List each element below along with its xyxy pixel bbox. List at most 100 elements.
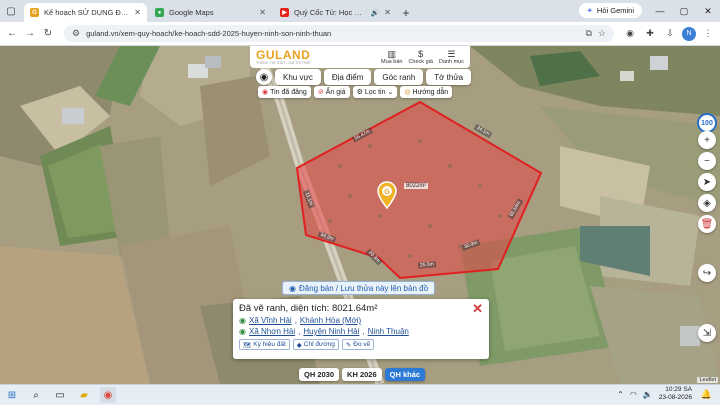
volume-icon[interactable]: 🔉 [643,390,653,399]
svg-text:G: G [384,189,390,196]
guide-icon: ◎ [404,89,411,96]
tab-title: Google Maps [169,8,214,17]
tab-qh-khac[interactable]: QH khác [384,368,426,381]
close-tab-icon[interactable]: ✕ [259,8,266,17]
tab-google-maps[interactable]: ● Google Maps ✕ [149,3,272,22]
tab-goc-ranh[interactable]: Góc ranh [374,69,424,85]
province-link[interactable]: Khánh Hòa (Mới) [300,316,361,325]
district-link[interactable]: Huyện Ninh Hải [303,327,359,336]
commune-link[interactable]: Xã Vĩnh Hải [249,316,292,325]
price-hidden-icon: ⊘ [317,89,324,96]
map-view[interactable]: 55.47m 34.1m 65.54m 11.1m 34.2m 20.4m 25… [0,46,720,384]
profile-avatar[interactable]: N [682,26,696,41]
close-tab-icon[interactable]: ✕ [134,8,141,17]
collapse-button[interactable]: ⇲ [698,324,716,342]
guland-logo[interactable]: GULAND THÔNG TIN THẬT - GIÁ TRỊ THẬT [256,49,311,65]
extension-icon[interactable]: ◉ [622,26,638,42]
screen-share-icon[interactable]: ⧉ [585,28,591,39]
task-view-icon[interactable]: ▭ [52,387,68,403]
tab-kh-2026[interactable]: KH 2026 [342,368,382,381]
locate-me-button[interactable]: ➤ [698,173,716,191]
puzzle-icon[interactable]: ✚ [642,26,658,42]
tab-bar: ▢ G Kế hoạch SỬ DỤNG ĐẤT 2025... ✕ ● Goo… [0,0,720,22]
filter-icon: ⚙ [356,89,363,96]
mua-ban-button[interactable]: ▥ Mua bán [381,49,402,65]
directions-label: Chỉ đường [303,341,335,348]
trash-icon: 🗑 [700,218,714,230]
an-gia-toggle[interactable]: ⊘ Ẩn giá [313,86,350,98]
layers-button[interactable]: ◈ [698,194,716,212]
tab-dia-diem[interactable]: Địa điểm [323,69,372,85]
new-tab-button[interactable]: + [397,3,415,22]
danh-muc-button[interactable]: ☰ Danh mục [439,49,464,65]
building-icon: ▥ [387,49,396,59]
maps-favicon-icon: ● [155,8,164,17]
chevron-up-icon[interactable]: ⌃ [617,390,624,399]
huong-dan-button[interactable]: ◎ Hướng dẫn [400,86,453,98]
loc-tin-label: Lọc tin [364,88,386,96]
tab-khu-vuc[interactable]: Khu vực [275,69,321,85]
search-icon[interactable]: ⌕ [28,387,44,403]
leaflet-attribution[interactable]: Leaflet [697,377,718,383]
location-line-2: ◉ Xã Nhơn Hải, Huyện Ninh Hải, Ninh Thuậ… [239,327,409,336]
clock[interactable]: 10:29 SA 23-08-2026 [659,386,692,402]
tab-qh-2030[interactable]: QH 2030 [299,368,340,381]
omnibox[interactable]: ⚙ guland.vn/xem-quy-hoach/ke-hoach-sdd-2… [64,25,614,42]
loc-tin-dropdown[interactable]: ⚙ Lọc tin ⌄ [352,86,398,98]
maximize-icon[interactable]: ▢ [672,0,696,22]
filter-tabs: ◉ Khu vực Địa điểm Góc ranh Tờ thửa [256,69,472,85]
chevron-down-icon: ⌄ [387,89,394,96]
minus-icon: − [704,155,710,167]
share-button[interactable]: ↪ [698,264,716,282]
audio-icon[interactable]: 🔊 [371,9,380,17]
measure-button[interactable]: ✎ Đo vẽ [341,339,375,350]
location-pin-icon: ◉ [239,327,246,336]
tin-da-dang-toggle[interactable]: ◉ Tin đã đăng [258,86,311,98]
close-icon[interactable]: ✕ [472,302,483,315]
location-pin-icon: ◉ [239,316,246,325]
zoom-in-button[interactable]: + [698,131,716,149]
wifi-icon[interactable]: ◠ [630,390,637,399]
check-gia-button[interactable]: $ Check giá [408,49,432,65]
tin-da-dang-label: Tin đã đăng [270,88,307,96]
close-window-icon[interactable]: ✕ [696,0,720,22]
tab-guland[interactable]: G Kế hoạch SỬ DỤNG ĐẤT 2025... ✕ [24,3,147,22]
gemini-icon: ✦ [586,6,593,15]
zoom-out-button[interactable]: − [698,152,716,170]
land-symbol-button[interactable]: 🗺 Ký hiệu đất [239,339,290,350]
gemini-button[interactable]: ✦ Hỏi Gemini [578,3,642,18]
file-explorer-icon[interactable]: ▰ [76,387,92,403]
zoom-level-badge[interactable]: 100 [697,113,717,133]
target-icon: ◉ [259,71,269,83]
forward-icon[interactable]: → [22,26,38,42]
plan-tabs: QH 2030 KH 2026 QH khác [299,368,426,381]
tab-youtube[interactable]: ▶ Quỷ Cốc Tử: Học Cách Cân... 🔊 ✕ [274,3,397,22]
tab-to-thua[interactable]: Tờ thửa [426,69,472,85]
delete-drawing-button[interactable]: 🗑 [698,215,716,233]
download-icon[interactable]: ⇩ [662,26,678,42]
parcel-info-card: Đã vẽ ranh, diện tích: 8021.64m² ✕ ◉ Xã … [233,299,489,359]
kebab-menu-icon[interactable]: ⋮ [700,26,716,42]
directions-button[interactable]: ◆ Chỉ đường [292,339,339,350]
minimize-icon[interactable]: — [648,0,672,22]
url-text[interactable]: guland.vn/xem-quy-hoach/ke-hoach-sdd-202… [86,29,579,38]
notification-bell-icon[interactable]: 🔔 [701,389,712,400]
system-tray: ⌃ ◠ 🔉 10:29 SA 23-08-2026 [617,386,692,402]
windows-start-icon[interactable]: ⊞ [4,387,20,403]
land-pin-icon[interactable]: G [376,181,398,210]
tab-search-icon[interactable]: ▢ [0,0,22,22]
close-tab-icon[interactable]: ✕ [384,8,391,17]
dollar-icon: $ [418,49,424,59]
post-listing-banner[interactable]: ◉ Đăng bán / Lưu thửa này lên bản đồ [282,281,436,295]
check-gia-label: Check giá [408,59,433,65]
commune-link[interactable]: Xã Nhơn Hải [249,327,295,336]
site-info-icon[interactable]: ⚙ [72,28,80,39]
province-link[interactable]: Ninh Thuận [368,327,409,336]
reload-icon[interactable]: ↻ [40,26,56,42]
chrome-taskbar-icon[interactable]: ◉ [100,387,116,403]
bookmark-star-icon[interactable]: ☆ [598,28,606,39]
locate-button[interactable]: ◉ [256,69,272,85]
guland-favicon-icon: G [30,8,39,17]
parcel-heading: Đã vẽ ranh, diện tích: 8021.64m² [239,303,378,314]
back-icon[interactable]: ← [4,26,20,42]
